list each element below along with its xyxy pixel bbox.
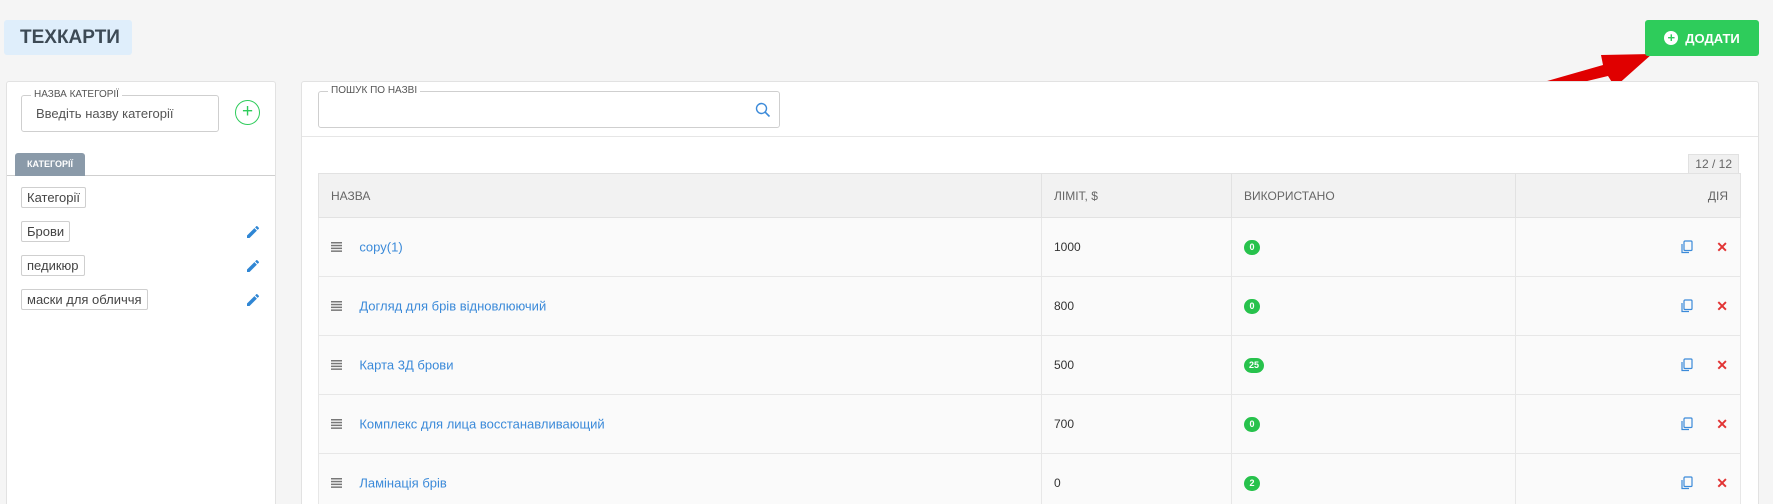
used-cell: 25 [1231,335,1516,395]
techcard-name-link[interactable]: Ламінація брів [359,476,446,491]
pencil-icon[interactable] [245,258,261,274]
close-icon[interactable]: ✕ [1716,240,1728,254]
table-row: Догляд для брів відновлюючий 800 0 ✕ [318,276,1741,336]
table-row: Карта 3Д брови 500 25 ✕ [318,335,1741,395]
category-item: Брови [21,221,261,255]
used-count-badge: 0 [1244,299,1260,314]
name-cell: Догляд для брів відновлюючий [318,276,1042,336]
actions-cell: ✕ [1515,217,1741,277]
search-field-label: ПОШУК ПО НАЗВІ [328,85,421,97]
categories-panel: НАЗВА КАТЕГОРІЇ + КАТЕГОРІЇ Категорії Бр… [6,81,276,504]
techcard-name-link[interactable]: Комплекс для лица восстанавливающий [359,417,604,432]
page-title: ТЕХКАРТИ [4,20,132,55]
results-count: 12 / 12 [1688,154,1739,174]
table-row: Ламінація брів 0 2 ✕ [318,453,1741,504]
close-icon[interactable]: ✕ [1716,476,1728,490]
limit-cell: 1000 [1041,217,1232,277]
category-item: педикюр [21,255,261,289]
category-chip[interactable]: педикюр [21,255,85,276]
category-item: Категорії [21,187,261,221]
used-cell: 0 [1231,394,1516,454]
add-button[interactable]: + ДОДАТИ [1645,20,1759,56]
actions-cell: ✕ [1515,394,1741,454]
pencil-icon[interactable] [245,224,261,240]
category-name-field: НАЗВА КАТЕГОРІЇ [21,89,219,132]
limit-cell: 0 [1041,453,1232,504]
search-field: ПОШУК ПО НАЗВІ [318,85,780,128]
used-cell: 0 [1231,276,1516,336]
plus-circle-icon: + [1664,31,1679,45]
drag-handle-icon[interactable] [331,419,342,430]
copy-icon[interactable] [1680,476,1693,490]
used-count-badge: 0 [1244,417,1260,432]
category-chip[interactable]: Брови [21,221,71,242]
used-count-badge: 0 [1244,240,1260,255]
used-count-badge: 2 [1244,476,1260,491]
add-category-button[interactable]: + [235,100,260,125]
category-tabs: КАТЕГОРІЇ [7,152,275,176]
copy-icon[interactable] [1680,299,1693,313]
close-icon[interactable]: ✕ [1716,358,1728,372]
techcard-name-link[interactable]: Карта 3Д брови [359,358,453,373]
search-input[interactable] [319,92,779,127]
limit-cell: 500 [1041,335,1232,395]
limit-cell: 700 [1041,394,1232,454]
drag-handle-icon[interactable] [331,478,342,489]
divider [302,136,1758,137]
copy-icon[interactable] [1680,240,1693,254]
copy-icon[interactable] [1680,358,1693,372]
category-chip[interactable]: маски для обличчя [21,289,148,310]
name-cell: copy(1) [318,217,1042,277]
actions-cell: ✕ [1515,276,1741,336]
column-header-name[interactable]: НАЗВА [318,173,1042,218]
copy-icon[interactable] [1680,417,1693,431]
column-header-limit[interactable]: ЛІМІТ, $ [1041,173,1232,218]
table-row: copy(1) 1000 0 ✕ [318,217,1741,277]
add-button-label: ДОДАТИ [1685,30,1740,46]
search-icon[interactable] [755,102,771,118]
column-header-used[interactable]: ВИКОРИСТАНО [1231,173,1516,218]
category-chip[interactable]: Категорії [21,187,86,208]
actions-cell: ✕ [1515,335,1741,395]
drag-handle-icon[interactable] [331,301,342,312]
techcard-name-link[interactable]: Догляд для брів відновлюючий [359,299,546,314]
name-cell: Комплекс для лица восстанавливающий [318,394,1042,454]
close-icon[interactable]: ✕ [1716,299,1728,313]
drag-handle-icon[interactable] [331,242,342,253]
category-field-label: НАЗВА КАТЕГОРІЇ [31,89,122,101]
used-cell: 0 [1231,217,1516,277]
column-header-actions: ДІЯ [1515,173,1741,218]
pencil-icon[interactable] [245,292,261,308]
name-cell: Ламінація брів [318,453,1042,504]
techcards-panel: ПОШУК ПО НАЗВІ 12 / 12 НАЗВА ЛІМІТ, $ ВИ… [301,81,1759,504]
tab-categories[interactable]: КАТЕГОРІЇ [15,153,86,176]
used-cell: 2 [1231,453,1516,504]
close-icon[interactable]: ✕ [1716,417,1728,431]
table-header-row: НАЗВА ЛІМІТ, $ ВИКОРИСТАНО ДІЯ [318,173,1741,218]
techcard-name-link[interactable]: copy(1) [359,240,402,255]
techcards-table: НАЗВА ЛІМІТ, $ ВИКОРИСТАНО ДІЯ copy(1) 1… [318,173,1741,504]
used-count-badge: 25 [1244,358,1265,373]
name-cell: Карта 3Д брови [318,335,1042,395]
category-name-input[interactable] [22,96,218,131]
category-item: маски для обличчя [21,289,261,323]
limit-cell: 800 [1041,276,1232,336]
table-row: Комплекс для лица восстанавливающий 700 … [318,394,1741,454]
category-list: Категорії Брови педикюр маски для обличч… [21,187,261,323]
actions-cell: ✕ [1515,453,1741,504]
drag-handle-icon[interactable] [331,360,342,371]
